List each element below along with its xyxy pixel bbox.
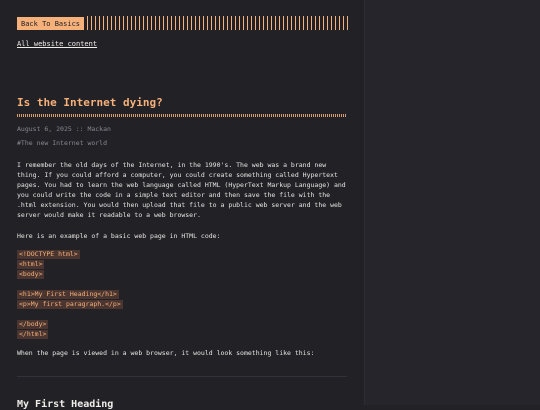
all-content-link[interactable]: All website content bbox=[17, 40, 97, 48]
code-line: <!DOCTYPE html> bbox=[17, 250, 80, 259]
main-content: Back To Basics All website content Is th… bbox=[0, 0, 364, 410]
section-divider bbox=[17, 376, 347, 377]
post-meta: August 6, 2025 :: Mackan bbox=[17, 125, 111, 133]
code-line: <html> bbox=[17, 260, 45, 269]
post-tag[interactable]: #The new Internet world bbox=[17, 139, 107, 147]
paragraph-rendered-intro: When the page is viewed in a web browser… bbox=[17, 349, 315, 357]
code-line: <h1>My First Heading</h1> bbox=[17, 290, 119, 299]
back-to-basics-button[interactable]: Back To Basics bbox=[17, 16, 85, 30]
header-decoration bbox=[87, 16, 352, 30]
paragraph-example-intro: Here is an example of a basic web page i… bbox=[17, 232, 221, 240]
code-line: <p>My first paragraph.</p> bbox=[17, 300, 123, 309]
title-divider bbox=[17, 114, 347, 117]
site-header: Back To Basics bbox=[17, 16, 352, 30]
code-line: </body> bbox=[17, 320, 49, 329]
code-block: <!DOCTYPE html> <html> <body> <h1>My Fir… bbox=[17, 249, 123, 339]
code-line: <body> bbox=[17, 270, 45, 279]
post-title: Is the Internet dying? bbox=[17, 96, 163, 109]
code-line: </html> bbox=[17, 330, 49, 339]
right-sidebar bbox=[364, 0, 540, 405]
paragraph-intro: I remember the old days of the Internet,… bbox=[17, 161, 346, 219]
